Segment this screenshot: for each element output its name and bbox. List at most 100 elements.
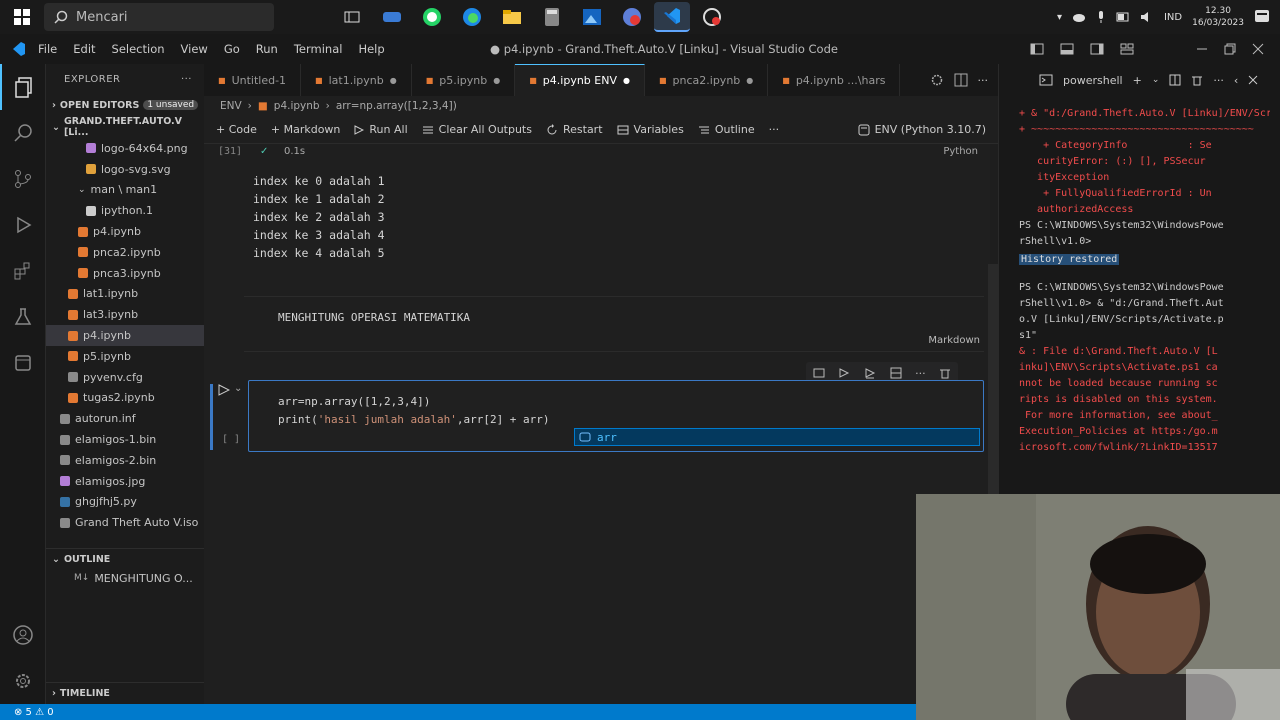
taskbar-app-whatsapp[interactable] xyxy=(414,2,450,32)
run-all-button[interactable]: Run All xyxy=(354,123,408,136)
variables-button[interactable]: Variables xyxy=(617,123,684,136)
menu-view[interactable]: View xyxy=(181,42,208,56)
volume-icon[interactable] xyxy=(1140,11,1154,23)
manage-activity-button[interactable] xyxy=(0,658,46,704)
more-actions-icon[interactable]: ··· xyxy=(181,74,192,85)
taskbar-app-recorder[interactable] xyxy=(694,2,730,32)
execute-above-icon[interactable] xyxy=(838,367,850,379)
menu-terminal[interactable]: Terminal xyxy=(294,42,343,56)
problems-indicator[interactable]: ⊗ 5 ⚠ 0 xyxy=(14,707,54,718)
unsaved-dot-icon[interactable]: ● xyxy=(493,76,500,85)
file-tree-item[interactable]: autorun.inf xyxy=(46,408,204,429)
file-tree-item[interactable]: lat1.ipynb xyxy=(46,284,204,305)
taskbar-app-explorer[interactable] xyxy=(494,2,530,32)
breadcrumb-item-cell[interactable]: arr=np.array([1,2,3,4]) xyxy=(336,100,457,112)
file-tree-item[interactable]: elamigos-2.bin xyxy=(46,450,204,471)
more-actions-icon[interactable]: ··· xyxy=(978,74,989,87)
file-tree-item[interactable]: Grand Theft Auto V.iso xyxy=(46,512,204,533)
taskbar-app-edge[interactable] xyxy=(454,2,490,32)
editor-tab[interactable]: ■ lat1.ipynb ● xyxy=(301,64,412,96)
microphone-icon[interactable] xyxy=(1096,10,1106,24)
file-tree-item[interactable]: pnca2.ipynb xyxy=(46,242,204,263)
unsaved-dot-icon[interactable]: ● xyxy=(746,76,753,85)
delete-icon[interactable] xyxy=(939,367,951,379)
timeline-section[interactable]: › TIMELINE xyxy=(46,682,204,704)
chevron-up-icon[interactable]: ▾ xyxy=(1057,12,1062,23)
menu-run[interactable]: Run xyxy=(256,42,278,56)
file-tree-item[interactable]: lat3.ipynb xyxy=(46,304,204,325)
chevron-left-icon[interactable]: ‹ xyxy=(1234,74,1238,87)
clear-all-outputs-button[interactable]: Clear All Outputs xyxy=(422,123,532,136)
close-icon[interactable] xyxy=(1248,75,1258,85)
clock[interactable]: 12.30 16/03/2023 xyxy=(1192,5,1244,29)
gear-icon[interactable] xyxy=(930,73,944,87)
toggle-secondary-sidebar-icon[interactable] xyxy=(1090,43,1104,55)
split-editor-icon[interactable] xyxy=(954,73,968,87)
markdown-cell[interactable]: MENGHITUNG OPERASI MATEMATIKA Markdown xyxy=(244,296,984,352)
outline-section[interactable]: ⌄ OUTLINE xyxy=(46,548,204,570)
source-control-activity-button[interactable] xyxy=(0,156,46,202)
new-terminal-icon[interactable]: + xyxy=(1133,74,1142,87)
menu-file[interactable]: File xyxy=(38,42,57,56)
restore-icon[interactable] xyxy=(1224,43,1236,55)
menu-go[interactable]: Go xyxy=(224,42,240,56)
outline-button[interactable]: Outline xyxy=(698,123,755,136)
file-tree-item[interactable]: pyvenv.cfg xyxy=(46,367,204,388)
search-activity-button[interactable] xyxy=(0,110,46,156)
run-by-line-icon[interactable] xyxy=(813,367,825,379)
split-terminal-icon[interactable] xyxy=(1169,74,1181,86)
jupyter-activity-button[interactable] xyxy=(0,340,46,386)
notification-icon[interactable] xyxy=(1254,9,1270,25)
language-indicator[interactable]: IND xyxy=(1164,12,1182,23)
menu-help[interactable]: Help xyxy=(358,42,384,56)
task-view-button[interactable] xyxy=(334,2,370,32)
file-tree-item[interactable]: p4.ipynb xyxy=(46,325,204,346)
battery-icon[interactable] xyxy=(1116,12,1130,22)
more-cell-actions-icon[interactable]: ··· xyxy=(915,367,926,380)
minimize-icon[interactable] xyxy=(1196,43,1208,55)
workspace-root-section[interactable]: ⌄ GRAND.THEFT.AUTO.V [Li... xyxy=(46,116,204,138)
terminal-output[interactable]: + & "d:/Grand.Theft.Auto.V [Linku]/ENV/S… xyxy=(999,96,1280,456)
more-actions-icon[interactable]: ··· xyxy=(1213,74,1224,87)
restart-button[interactable]: Restart xyxy=(546,123,603,136)
customize-layout-icon[interactable] xyxy=(1120,43,1134,55)
taskbar-app-edge-dev[interactable] xyxy=(374,2,410,32)
taskbar-app-photos[interactable] xyxy=(574,2,610,32)
accounts-activity-button[interactable] xyxy=(0,612,46,658)
file-tree-item[interactable]: elamigos.jpg xyxy=(46,471,204,492)
outline-item[interactable]: M↓ MENGHITUNG O... xyxy=(46,568,193,589)
file-tree-item[interactable]: pnca3.ipynb xyxy=(46,263,204,284)
breadcrumb-item-file[interactable]: p4.ipynb xyxy=(274,100,320,112)
more-toolbar-actions[interactable]: ··· xyxy=(769,123,780,136)
testing-activity-button[interactable] xyxy=(0,294,46,340)
editor-tab[interactable]: ■ p5.ipynb ● xyxy=(412,64,516,96)
file-tree-item[interactable]: ipython.1 xyxy=(46,200,204,221)
terminal-name[interactable]: powershell xyxy=(1063,74,1123,87)
file-tree-item[interactable]: tugas2.ipynb xyxy=(46,388,204,409)
add-code-cell-button[interactable]: + Code xyxy=(216,123,257,136)
editor-tab[interactable]: ■ Untitled-1 xyxy=(204,64,302,96)
code-lines[interactable]: arr=np.array([1,2,3,4]) print('hasil jum… xyxy=(278,393,550,429)
taskbar-app-vscode[interactable] xyxy=(654,2,690,32)
file-tree-item[interactable]: ghgjfhj5.py xyxy=(46,492,204,513)
unsaved-dot-icon[interactable]: ● xyxy=(390,76,397,85)
cloud-icon[interactable] xyxy=(1072,12,1086,22)
open-editors-section[interactable]: › OPEN EDITORS 1 unsaved xyxy=(46,94,204,116)
file-tree-item[interactable]: ⌄ man \ man1 xyxy=(46,180,204,201)
kill-terminal-icon[interactable] xyxy=(1191,74,1203,86)
autocomplete-suggestion[interactable]: arr xyxy=(574,428,980,446)
taskbar-app-calculator[interactable] xyxy=(534,2,570,32)
explorer-activity-button[interactable] xyxy=(0,64,46,110)
cell-language-label[interactable]: Python xyxy=(943,146,978,157)
file-tree-item[interactable]: p5.ipynb xyxy=(46,346,204,367)
menu-edit[interactable]: Edit xyxy=(73,42,95,56)
unsaved-dot-icon[interactable]: ● xyxy=(623,76,630,85)
chevron-down-icon[interactable]: ⌄ xyxy=(1152,75,1160,85)
editor-tab[interactable]: ■ p4.ipynb ENV ● xyxy=(515,64,645,96)
editor-tab[interactable]: ■ pnca2.ipynb ● xyxy=(645,64,769,96)
kernel-picker[interactable]: ENV (Python 3.10.7) xyxy=(858,123,998,136)
file-tree-item[interactable]: logo-svg.svg xyxy=(46,159,204,180)
split-cell-icon[interactable] xyxy=(890,367,902,379)
run-options-chevron-icon[interactable]: ⌄ xyxy=(234,383,242,394)
close-icon[interactable] xyxy=(1252,43,1264,55)
